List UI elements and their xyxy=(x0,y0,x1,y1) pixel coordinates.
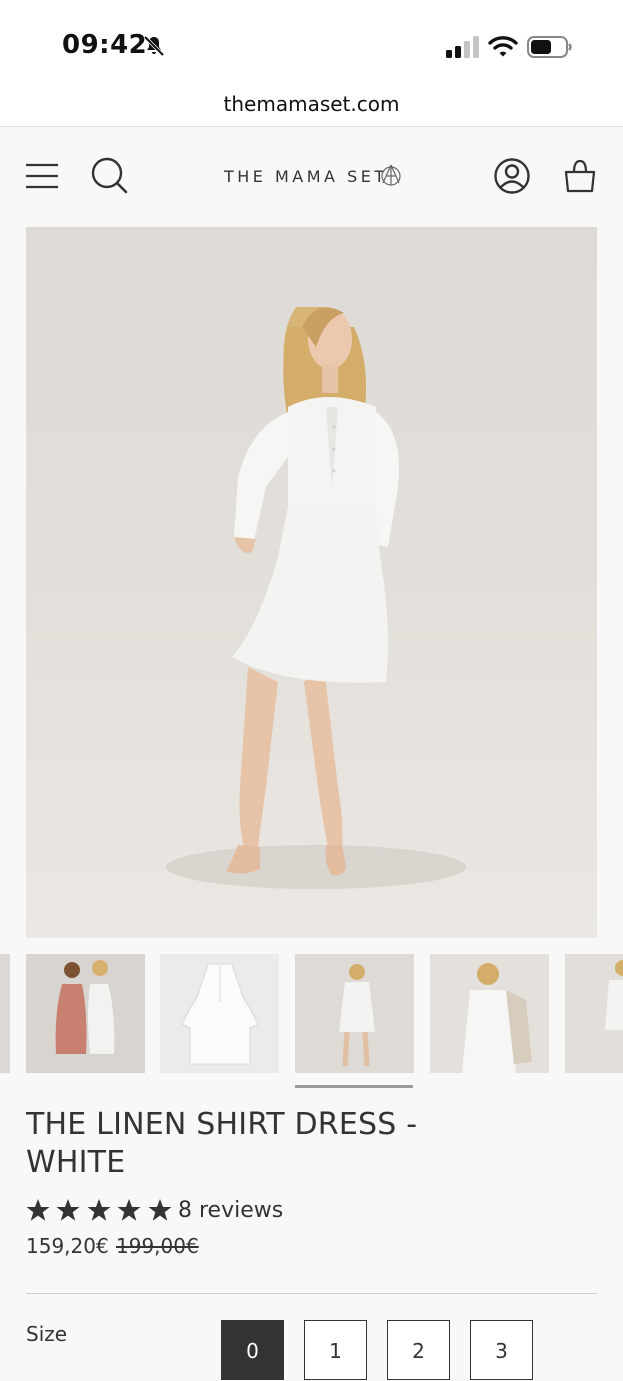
product-main-image[interactable] xyxy=(26,227,597,938)
logo-mark-icon xyxy=(381,164,401,186)
url-text: themamaset.com xyxy=(223,92,400,116)
address-bar[interactable]: themamaset.com xyxy=(0,90,623,127)
bag-icon[interactable] xyxy=(560,156,600,196)
thumbnail-gallery xyxy=(0,954,623,1074)
compare-at-price: 199,00€ xyxy=(116,1234,199,1258)
star-rating-icons xyxy=(26,1199,172,1221)
site-header: THE MAMA SET xyxy=(0,127,623,225)
thumbnail-1[interactable] xyxy=(26,954,145,1073)
search-icon[interactable] xyxy=(90,156,130,196)
thumbnail-4[interactable] xyxy=(430,954,549,1073)
thumbnail-0[interactable] xyxy=(0,954,10,1073)
site-logo[interactable]: THE MAMA SET xyxy=(224,167,388,186)
size-option-1[interactable]: 1 xyxy=(304,1320,367,1380)
battery-icon xyxy=(527,36,572,58)
status-bar: 09:42 xyxy=(0,0,623,90)
gallery-scroll-indicator xyxy=(295,1085,413,1088)
size-label: Size xyxy=(26,1322,68,1346)
thumbnail-5[interactable] xyxy=(565,954,623,1073)
reviews-link[interactable]: 8 reviews xyxy=(178,1196,283,1226)
thumbnail-3[interactable] xyxy=(295,954,414,1073)
sale-price: 159,20€ xyxy=(26,1234,109,1258)
size-option-0[interactable]: 0 xyxy=(221,1320,284,1380)
thumbnail-2[interactable] xyxy=(160,954,279,1073)
cellular-signal-icon xyxy=(446,36,479,58)
model-photo xyxy=(166,307,466,889)
size-option-3[interactable]: 3 xyxy=(470,1320,533,1380)
bell-slash-icon xyxy=(143,35,165,57)
menu-icon[interactable] xyxy=(24,157,64,197)
product-title: THE LINEN SHIRT DRESS - WHITE xyxy=(26,1107,418,1180)
status-time: 09:42 xyxy=(62,30,148,60)
account-icon[interactable] xyxy=(492,156,532,196)
divider xyxy=(26,1293,597,1294)
size-option-2[interactable]: 2 xyxy=(387,1320,450,1380)
wifi-icon xyxy=(488,36,518,57)
